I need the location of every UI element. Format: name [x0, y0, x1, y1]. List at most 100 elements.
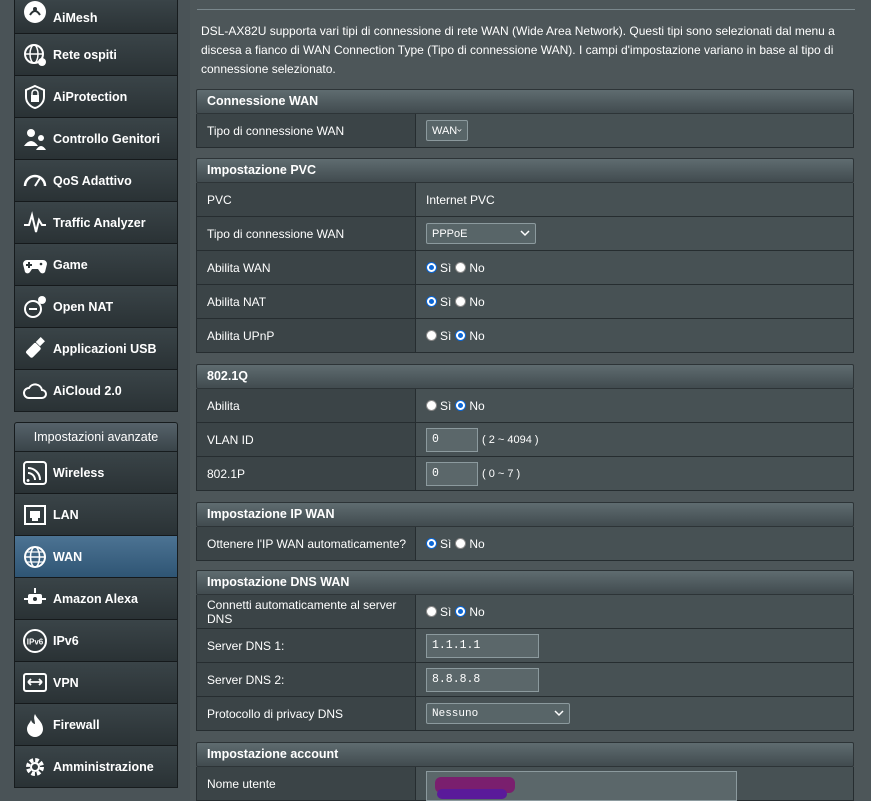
form-row: 802.1P 0 ( 0 ~ 7 ): [196, 457, 854, 491]
username-input[interactable]: [426, 771, 737, 801]
sidebar-item-parental-control[interactable]: Controllo Genitori: [15, 118, 177, 160]
gamepad-icon: [21, 251, 48, 278]
radio-dot: [455, 296, 467, 307]
vlan-section: 802.1Q Abilita Sì No VLAN ID 0 ( 2 ~ 409…: [196, 364, 854, 491]
chevron-down-icon: [554, 710, 564, 717]
form-row: PVC Internet PVC: [196, 183, 854, 217]
vlan-id-label: VLAN ID: [197, 423, 416, 456]
sidebar-item-firewall[interactable]: Firewall: [15, 704, 177, 746]
sidebar-item-guest-network[interactable]: Rete ospiti: [15, 34, 177, 76]
general-menu: AiMesh Rete ospiti AiProtection Controll…: [14, 0, 178, 412]
radio-label: Sì: [440, 398, 452, 413]
sidebar-item-label: Amazon Alexa: [53, 591, 138, 606]
enable-nat-yes-radio[interactable]: Sì: [426, 295, 451, 309]
form-row: Server DNS 2: 8.8.8.8: [196, 663, 854, 697]
auto-dns-label: Connetti automaticamente al server DNS: [197, 595, 416, 628]
pvc-value: Internet PVC: [416, 183, 853, 216]
sidebar-item-ipv6[interactable]: IPv6 IPv6: [15, 620, 177, 662]
sidebar-item-wan[interactable]: WAN: [15, 536, 177, 578]
open-nat-icon: [21, 293, 48, 320]
dns-privacy-label: Protocollo di privacy DNS: [197, 697, 416, 730]
auto-dns-no-radio[interactable]: No: [455, 604, 485, 619]
section-title: Impostazione account: [196, 742, 854, 767]
form-row: Abilita UPnP Sì No: [196, 319, 854, 353]
sidebar-item-aimesh[interactable]: AiMesh: [15, 0, 177, 34]
sidebar-item-open-nat[interactable]: Open NAT: [15, 286, 177, 328]
vpn-icon: [21, 669, 48, 696]
auto-ip-yes-radio[interactable]: Sì: [426, 537, 451, 551]
sidebar-item-lan[interactable]: LAN: [15, 494, 177, 536]
auto-ip-label: Ottenere l'IP WAN automaticamente?: [197, 527, 416, 560]
radio-dot: [426, 330, 437, 341]
vlan-enable-no-radio[interactable]: No: [455, 399, 485, 413]
priority-input[interactable]: 0: [426, 461, 478, 486]
conn-type-label: Tipo di connessione WAN: [197, 217, 416, 250]
enable-upnp-yes-radio[interactable]: Sì: [426, 329, 451, 343]
radio-label: Sì: [440, 328, 452, 343]
sidebar-item-label: IPv6: [53, 633, 79, 648]
sidebar-item-game[interactable]: Game: [15, 244, 177, 286]
vlan-enable-yes-radio[interactable]: Sì: [426, 399, 451, 413]
sidebar-item-amazon-alexa[interactable]: Amazon Alexa: [15, 578, 177, 620]
radio-dot: [455, 262, 467, 273]
wan-type-select[interactable]: WAN: [426, 120, 468, 141]
sidebar-item-label: AiCloud 2.0: [53, 383, 122, 398]
sidebar-item-administration[interactable]: Amministrazione: [15, 746, 177, 787]
enable-upnp-label: Abilita UPnP: [197, 319, 416, 352]
wan-type-label: Tipo di connessione WAN: [197, 114, 416, 147]
pvc-section: Impostazione PVC PVC Internet PVC Tipo d…: [196, 158, 854, 353]
divider: [197, 9, 855, 10]
sidebar-item-label: Game: [53, 257, 88, 272]
advanced-settings-header: Impostazioni avanzate: [14, 422, 178, 451]
radio-label: No: [469, 260, 485, 275]
dns-privacy-select[interactable]: Nessuno: [426, 703, 570, 724]
section-title: 802.1Q: [196, 364, 854, 389]
radio-dot: [455, 538, 467, 549]
cloud-icon: [21, 377, 48, 404]
sidebar-item-traffic-analyzer[interactable]: Traffic Analyzer: [15, 202, 177, 244]
radio-label: Sì: [440, 260, 452, 275]
radio-label: Sì: [440, 604, 452, 619]
dns1-input[interactable]: 1.1.1.1: [426, 633, 539, 658]
auto-dns-yes-radio[interactable]: Sì: [426, 605, 451, 619]
sidebar-item-label: Controllo Genitori: [53, 131, 160, 146]
vlan-id-input[interactable]: 0: [426, 427, 478, 452]
enable-wan-no-radio[interactable]: No: [455, 260, 485, 275]
shield-icon: [21, 83, 48, 110]
enable-wan-yes-radio[interactable]: Sì: [426, 261, 451, 275]
chevron-down-icon: [520, 230, 530, 237]
form-row: Tipo di connessione WAN WAN: [196, 114, 854, 148]
radio-dot: [426, 262, 437, 273]
chevron-down-icon: [457, 129, 462, 132]
conn-type-value: PPPoE: [432, 227, 468, 240]
auto-ip-no-radio[interactable]: No: [455, 537, 485, 551]
ip-wan-section: Impostazione IP WAN Ottenere l'IP WAN au…: [196, 502, 854, 561]
enable-upnp-no-radio[interactable]: No: [455, 329, 485, 343]
sidebar-item-qos[interactable]: QoS Adattivo: [15, 160, 177, 202]
dns-wan-section: Impostazione DNS WAN Connetti automatica…: [196, 570, 854, 731]
radio-label: No: [469, 604, 485, 619]
dns2-input[interactable]: 8.8.8.8: [426, 667, 539, 692]
sidebar-item-label: LAN: [53, 507, 79, 522]
form-row: Server DNS 1: 1.1.1.1: [196, 629, 854, 663]
sidebar-item-label: WAN: [53, 549, 83, 564]
conn-type-select[interactable]: PPPoE: [426, 223, 536, 244]
radio-dot: [426, 538, 437, 549]
form-row: Abilita WAN Sì No: [196, 251, 854, 285]
sidebar-item-wireless[interactable]: Wireless: [15, 452, 177, 494]
sidebar-item-label: Amministrazione: [53, 759, 154, 774]
sidebar-item-label: AiMesh: [53, 11, 98, 25]
section-title: Impostazione IP WAN: [196, 502, 854, 527]
sidebar-item-aicloud[interactable]: AiCloud 2.0: [15, 370, 177, 411]
enable-nat-no-radio[interactable]: No: [455, 295, 485, 309]
priority-label: 802.1P: [197, 457, 416, 490]
sidebar-item-label: Open NAT: [53, 299, 114, 314]
priority-hint: ( 0 ~ 7 ): [482, 467, 521, 480]
guest-network-icon: [21, 41, 48, 68]
sidebar-item-label: QoS Adattivo: [53, 173, 132, 188]
sidebar: AiMesh Rete ospiti AiProtection Controll…: [14, 0, 178, 788]
sidebar-item-usb-apps[interactable]: Applicazioni USB: [15, 328, 177, 370]
sidebar-item-aiprotection[interactable]: AiProtection: [15, 76, 177, 118]
sidebar-item-vpn[interactable]: VPN: [15, 662, 177, 704]
form-row: Protocollo di privacy DNS Nessuno: [196, 697, 854, 731]
